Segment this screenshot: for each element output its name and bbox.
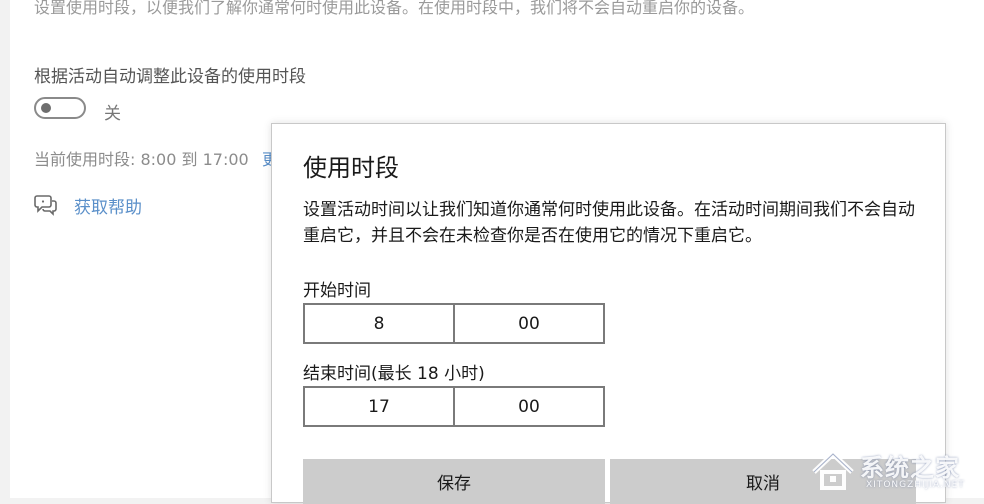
active-hours-description: 设置使用时段，以便我们了解你通常何时使用此设备。在使用时段中，我们将不会自动重启… [34,0,755,17]
end-time-label: 结束时间(最长 18 小时) [303,364,485,384]
start-time-label: 开始时间 [303,281,371,301]
current-active-hours: 当前使用时段: 8:00 到 17:00 [34,150,249,169]
start-time-picker[interactable]: 8 00 [303,303,605,344]
watermark: 系统之家 XITONGZHIJIA.NET [808,446,984,498]
start-minute-cell[interactable]: 00 [453,305,603,342]
end-minute-cell[interactable]: 00 [453,388,603,425]
watermark-text: 系统之家 [860,454,960,482]
house-logo-icon [810,448,856,492]
toggle-state-label: 关 [104,104,121,124]
end-time-picker[interactable]: 17 00 [303,386,605,427]
save-button[interactable]: 保存 [303,459,605,504]
end-hour-cell[interactable]: 17 [305,388,453,425]
dialog-description: 设置活动时间以让我们知道你通常何时使用此设备。在活动时间期间我们不会自动重启它，… [303,200,915,246]
get-help-link[interactable]: 获取帮助 [74,193,142,218]
start-hour-cell[interactable]: 8 [305,305,453,342]
dialog-title: 使用时段 [303,154,399,182]
auto-adjust-toggle[interactable] [34,97,86,119]
auto-adjust-title: 根据活动自动调整此设备的使用时段 [34,67,306,87]
toggle-knob [41,103,51,113]
chat-bubble-help-icon [34,194,58,216]
watermark-subtext: XITONGZHIJIA.NET [866,480,965,490]
